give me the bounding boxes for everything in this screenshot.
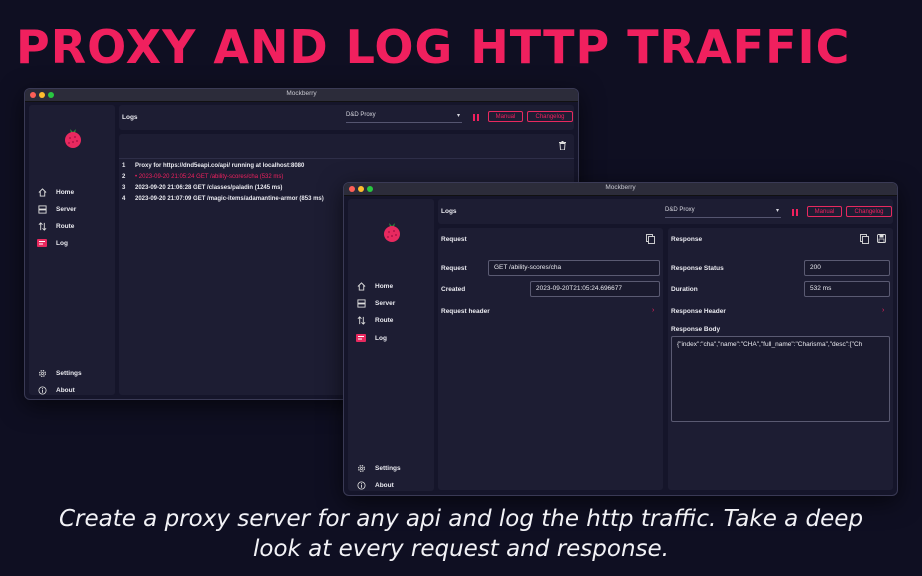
chevron-down-icon: ▾ bbox=[456, 113, 460, 119]
sidebar-item-home[interactable]: Home bbox=[356, 280, 393, 292]
sidebar-item-log[interactable]: Log bbox=[37, 237, 68, 249]
copy-icon[interactable] bbox=[860, 234, 869, 244]
sidebar-item-settings[interactable]: Settings bbox=[37, 367, 82, 379]
raspberry-logo-icon bbox=[65, 129, 81, 148]
sidebar-item-label: Server bbox=[375, 299, 396, 307]
sidebar-item-label: Route bbox=[56, 222, 75, 230]
sidebar-item-label: Server bbox=[56, 205, 77, 213]
log-line[interactable]: 4 2023-09-20 21:07:09 GET /magic-items/ad… bbox=[122, 196, 324, 205]
page-title: Logs bbox=[122, 114, 138, 121]
sidebar-item-label: Log bbox=[375, 334, 387, 342]
sidebar-item-label: Log bbox=[56, 239, 68, 247]
duration-label: Duration bbox=[671, 286, 698, 293]
sidebar: Home Server Route Log Settings About bbox=[348, 199, 434, 491]
server-icon bbox=[356, 298, 366, 308]
chevron-down-icon: ▾ bbox=[775, 208, 779, 214]
window-titlebar: Mockberry bbox=[25, 89, 578, 102]
proxy-select-value: D&D Proxy bbox=[665, 207, 695, 213]
manual-button[interactable]: Manual bbox=[807, 206, 842, 217]
log-line-text: Proxy for https://dnd5eapi.co/api/ runni… bbox=[135, 163, 305, 169]
sidebar-item-settings[interactable]: Settings bbox=[356, 462, 401, 474]
home-icon bbox=[356, 281, 366, 291]
response-body-textarea[interactable]: {"index":"cha","name":"CHA","full_name":… bbox=[671, 336, 890, 422]
gear-icon bbox=[356, 463, 366, 473]
log-icon bbox=[37, 238, 47, 248]
sidebar-item-label: Route bbox=[375, 316, 394, 324]
response-body-label: Response Body bbox=[671, 326, 721, 333]
log-line-text: 2023-09-20 21:06:28 GET /classes/paladin… bbox=[135, 185, 283, 191]
sidebar: Home Server Route Log Settings About bbox=[29, 105, 115, 395]
caption: Create a proxy server for any api and lo… bbox=[58, 506, 864, 562]
sidebar-item-label: About bbox=[56, 386, 75, 394]
raspberry-logo-icon bbox=[384, 223, 400, 242]
sidebar-item-label: Settings bbox=[56, 369, 82, 377]
gear-icon bbox=[37, 368, 47, 378]
changelog-button[interactable]: Changelog bbox=[846, 206, 892, 217]
manual-button[interactable]: Manual bbox=[488, 111, 523, 122]
window-title: Mockberry bbox=[286, 90, 317, 97]
sidebar-item-about[interactable]: About bbox=[37, 384, 75, 396]
log-line-number: 2 bbox=[122, 174, 126, 180]
log-line[interactable]: 2 • 2023-09-20 21:05:24 GET /ability-scor… bbox=[122, 174, 283, 183]
response-status-field[interactable]: 200 bbox=[804, 260, 890, 276]
response-panel: Response Response Status 200 Duration 53… bbox=[668, 228, 893, 490]
log-line-number: 4 bbox=[122, 196, 126, 202]
response-panel-title: Response bbox=[671, 236, 703, 243]
sidebar-item-label: Home bbox=[375, 282, 394, 290]
response-status-label: Response Status bbox=[671, 265, 724, 272]
log-icon bbox=[356, 333, 366, 343]
chevron-right-icon[interactable]: › bbox=[882, 307, 884, 314]
sidebar-item-label: Settings bbox=[375, 464, 401, 472]
log-line[interactable]: 1 Proxy for https://dnd5eapi.co/api/ runn… bbox=[122, 163, 304, 172]
sidebar-item-log[interactable]: Log bbox=[356, 332, 387, 344]
sidebar-item-about[interactable]: About bbox=[356, 479, 394, 491]
route-icon bbox=[356, 315, 366, 325]
created-field[interactable]: 2023-09-20T21:05:24.696677 bbox=[530, 281, 660, 297]
request-header-toggle[interactable]: Request header bbox=[441, 308, 490, 315]
proxy-select[interactable]: D&D Proxy ▾ bbox=[665, 207, 781, 218]
pause-icon[interactable] bbox=[792, 209, 798, 216]
info-icon bbox=[356, 480, 366, 490]
page-title: Logs bbox=[441, 208, 457, 215]
proxy-select-value: D&D Proxy bbox=[346, 112, 376, 118]
log-line-text: • 2023-09-20 21:05:24 GET /ability-score… bbox=[135, 174, 284, 180]
proxy-select[interactable]: D&D Proxy ▾ bbox=[346, 112, 462, 123]
window-titlebar: Mockberry bbox=[344, 183, 897, 196]
sidebar-item-route[interactable]: Route bbox=[37, 220, 74, 232]
sidebar-item-server[interactable]: Server bbox=[37, 203, 76, 215]
chevron-right-icon[interactable]: › bbox=[652, 307, 654, 314]
log-line[interactable]: 3 2023-09-20 21:06:28 GET /classes/paladi… bbox=[122, 185, 282, 194]
sidebar-item-home[interactable]: Home bbox=[37, 186, 74, 198]
trash-icon[interactable] bbox=[559, 141, 566, 150]
divider bbox=[119, 158, 574, 159]
headline: PROXY AND LOG HTTP TRAFFIC bbox=[16, 20, 851, 74]
sidebar-item-label: About bbox=[375, 481, 394, 489]
sidebar-item-server[interactable]: Server bbox=[356, 297, 395, 309]
log-line-text: 2023-09-20 21:07:09 GET /magic-items/ada… bbox=[135, 196, 324, 202]
duration-field[interactable]: 532 ms bbox=[804, 281, 890, 297]
request-field[interactable]: GET /ability-scores/cha bbox=[488, 260, 660, 276]
toolbar: Logs D&D Proxy ▾ Manual Changelog bbox=[119, 105, 574, 130]
window-title: Mockberry bbox=[605, 184, 636, 191]
info-icon bbox=[37, 385, 47, 395]
request-label: Request bbox=[441, 265, 467, 272]
sidebar-item-route[interactable]: Route bbox=[356, 314, 393, 326]
sidebar-item-label: Home bbox=[56, 188, 75, 196]
copy-icon[interactable] bbox=[646, 234, 655, 244]
home-icon bbox=[37, 187, 47, 197]
log-line-number: 1 bbox=[122, 163, 126, 169]
changelog-button[interactable]: Changelog bbox=[527, 111, 573, 122]
front-window: Mockberry Home Server Route Log Settings bbox=[343, 182, 898, 496]
save-icon[interactable] bbox=[877, 234, 886, 243]
created-label: Created bbox=[441, 286, 466, 293]
server-icon bbox=[37, 204, 47, 214]
response-header-toggle[interactable]: Response Header bbox=[671, 308, 726, 315]
request-panel-title: Request bbox=[441, 236, 467, 243]
toolbar: Logs D&D Proxy ▾ Manual Changelog bbox=[438, 199, 893, 224]
route-icon bbox=[37, 221, 47, 231]
log-line-number: 3 bbox=[122, 185, 126, 191]
request-panel: Request Request GET /ability-scores/cha … bbox=[438, 228, 663, 490]
pause-icon[interactable] bbox=[473, 114, 479, 121]
